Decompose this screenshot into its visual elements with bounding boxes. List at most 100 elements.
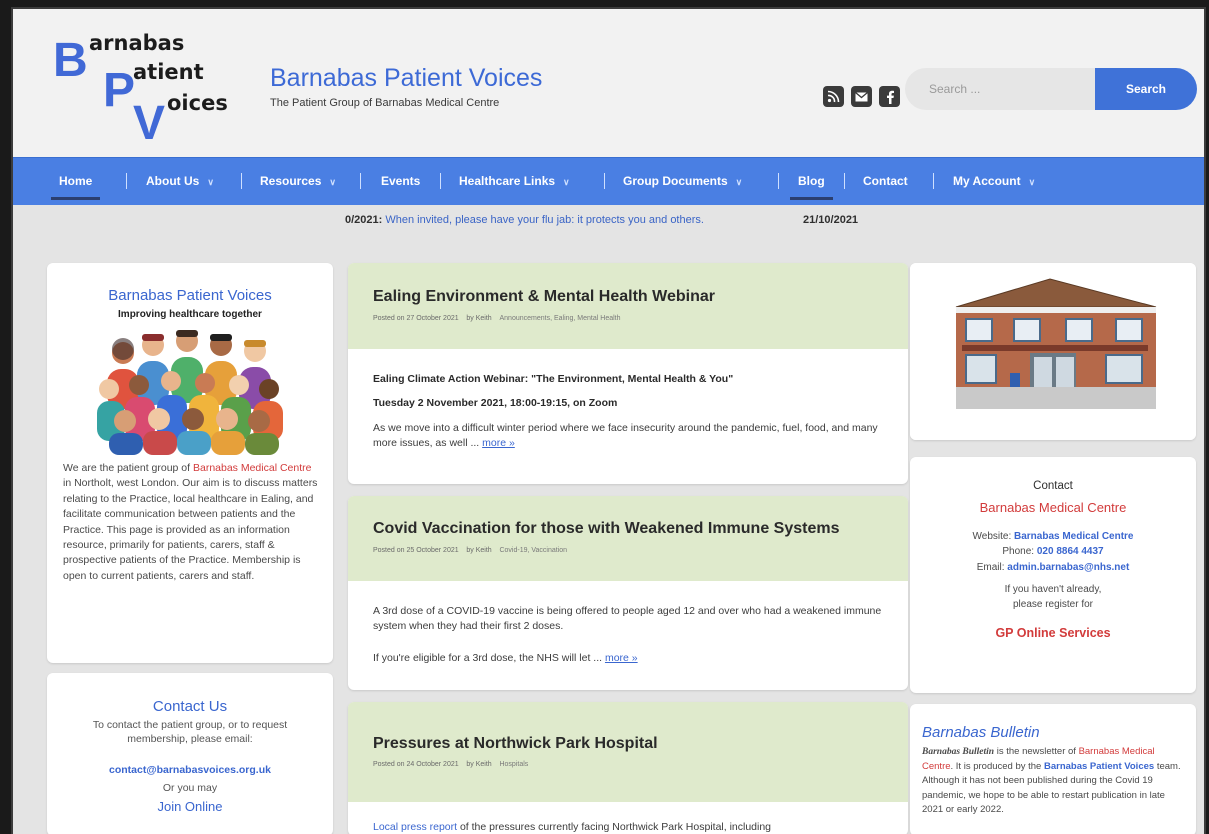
logo-letter-p: P — [103, 64, 136, 117]
nav-group-documents[interactable]: Group Documents ∨ — [623, 174, 742, 188]
nav-separator — [126, 173, 127, 189]
post-paragraph: A 3rd dose of a COVID-19 vaccine is bein… — [373, 605, 882, 632]
nav-separator — [778, 173, 779, 189]
post-title[interactable]: Pressures at Northwick Park Hospital — [373, 735, 658, 753]
post-author[interactable]: by Keith — [466, 547, 491, 554]
facebook-link[interactable] — [879, 86, 900, 107]
register-text-1: If you haven't already, — [1004, 584, 1102, 595]
rss-link[interactable] — [823, 86, 844, 107]
post-title[interactable]: Covid Vaccination for those with Weakene… — [373, 520, 840, 538]
site-title[interactable]: Barnabas Patient Voices — [270, 64, 542, 93]
nav-events[interactable]: Events — [381, 174, 420, 188]
post-categories[interactable]: Covid-19, Vaccination — [499, 547, 567, 554]
practice-name: Barnabas Medical Centre — [979, 500, 1127, 515]
post-categories[interactable]: Announcements, Ealing, Mental Health — [499, 315, 620, 322]
logo-letter-b: B — [53, 34, 88, 87]
chevron-down-icon: ∨ — [207, 177, 214, 187]
medical-centre-photo-icon — [910, 263, 1196, 440]
post-title[interactable]: Ealing Environment & Mental Health Webin… — [373, 288, 715, 306]
read-more-link[interactable]: more » — [482, 437, 515, 449]
email-icon — [855, 91, 868, 101]
nav-contact-label: Contact — [863, 174, 908, 188]
nav-healthcare-links-label: Healthcare Links — [459, 174, 556, 188]
post-author[interactable]: by Keith — [466, 315, 491, 322]
post-excerpt: If you're eligible for a 3rd dose, the N… — [373, 651, 888, 666]
post-paragraph-text: of the pressures currently facing Northw… — [457, 821, 772, 833]
chevron-down-icon: ∨ — [329, 177, 336, 187]
about-practice-link[interactable]: Barnabas Medical Centre — [193, 462, 311, 474]
email-link[interactable] — [851, 86, 872, 107]
about-subtitle: Improving healthcare together — [118, 309, 262, 320]
bulletin-title[interactable]: Barnabas Bulletin — [922, 724, 1040, 741]
about-title: Barnabas Patient Voices — [108, 287, 272, 304]
post-excerpt-text: As we move into a difficult winter perio… — [373, 422, 878, 449]
nav-events-label: Events — [381, 174, 421, 188]
post-card: Covid Vaccination for those with Weakene… — [348, 496, 908, 690]
about-text: We are the patient group of Barnabas Med… — [63, 461, 321, 584]
practice-phone: Phone: 020 8864 4437 — [910, 546, 1196, 557]
ticker-text: When invited, please have your flu jab: … — [385, 214, 704, 226]
post-excerpt: As we move into a difficult winter perio… — [373, 421, 888, 451]
bulletin-text: Barnabas Bulletin is the newsletter of B… — [922, 745, 1184, 818]
post-date: Posted on 27 October 2021 — [373, 315, 459, 322]
post-excerpt-text: If you're eligible for a 3rd dose, the N… — [373, 652, 603, 664]
main-navigation: Home About Us ∨ Resources ∨ Events Healthc… — [13, 157, 1204, 205]
site-header: B arnabas P atient V oices Barnabas Pati… — [13, 9, 1204, 157]
facebook-icon — [886, 90, 894, 104]
nav-separator — [604, 173, 605, 189]
search-input[interactable] — [905, 68, 1105, 110]
phone-label: Phone: — [1002, 546, 1037, 557]
join-online-link[interactable]: Join Online — [47, 799, 333, 814]
contact-us-widget: Contact Us To contact the patient group,… — [47, 673, 333, 834]
site-logo[interactable]: B arnabas P atient V oices — [53, 25, 253, 149]
nav-home[interactable]: Home — [50, 174, 101, 200]
contact-us-text: To contact the patient group, or to requ… — [92, 719, 288, 745]
news-ticker[interactable]: 0/2021: When invited, please have your f… — [345, 214, 704, 226]
search-button[interactable]: Search — [1095, 68, 1197, 110]
post-author[interactable]: by Keith — [466, 761, 491, 768]
gp-online-services-link[interactable]: GP Online Services — [910, 626, 1196, 640]
nav-resources[interactable]: Resources ∨ — [260, 174, 336, 188]
press-report-link[interactable]: Local press report — [373, 821, 457, 833]
about-text-pre: We are the patient group of — [63, 462, 193, 474]
nav-my-account-label: My Account — [953, 174, 1021, 188]
nav-contact[interactable]: Contact — [863, 174, 908, 188]
contact-or-text: Or you may — [162, 782, 218, 794]
nav-separator — [933, 173, 934, 189]
post-meta: Posted on 25 October 2021 by Keith Covid… — [373, 547, 567, 554]
nav-separator — [440, 173, 441, 189]
post-date: Posted on 24 October 2021 — [373, 761, 459, 768]
nav-separator — [241, 173, 242, 189]
logo-word-oices: oices — [167, 91, 228, 115]
post-meta: Posted on 27 October 2021 by Keith Annou… — [373, 315, 621, 322]
post-header: Ealing Environment & Mental Health Webin… — [348, 263, 908, 349]
logo-word-atient: atient — [133, 60, 204, 84]
ticker-date: 21/10/2021 — [803, 214, 859, 226]
read-more-link[interactable]: more » — [605, 652, 638, 664]
bulletin-name: Barnabas Bulletin — [922, 747, 995, 757]
nav-separator — [360, 173, 361, 189]
nav-my-account[interactable]: My Account ∨ — [953, 174, 1035, 188]
practice-website: Website: Barnabas Medical Centre — [910, 531, 1196, 542]
contact-email-link[interactable]: contact@barnabasvoices.org.uk — [47, 764, 333, 776]
chevron-down-icon: ∨ — [1028, 177, 1036, 187]
nav-blog[interactable]: Blog — [790, 174, 833, 200]
bulletin-text-1: is the newsletter of — [994, 746, 1079, 757]
nav-healthcare-links[interactable]: Healthcare Links ∨ — [459, 174, 570, 188]
about-widget: Barnabas Patient Voices Improving health… — [47, 263, 333, 663]
post-categories[interactable]: Hospitals — [499, 761, 528, 768]
practice-phone-number[interactable]: 020 8864 4437 — [1037, 546, 1104, 557]
post-card: Pressures at Northwick Park Hospital Pos… — [348, 702, 908, 834]
post-paragraph: Tuesday 2 November 2021, 18:00-19:15, on… — [373, 397, 618, 409]
bulletin-widget: Barnabas Bulletin Barnabas Bulletin is t… — [910, 704, 1196, 834]
rss-icon — [827, 90, 840, 103]
chevron-down-icon: ∨ — [735, 177, 743, 187]
contact-us-title: Contact Us — [152, 698, 228, 715]
practice-website-link[interactable]: Barnabas Medical Centre — [1014, 531, 1134, 542]
practice-email-link[interactable]: admin.barnabas@nhs.net — [1007, 562, 1129, 573]
post-card: Ealing Environment & Mental Health Webin… — [348, 263, 908, 484]
post-header: Covid Vaccination for those with Weakene… — [348, 496, 908, 581]
post-paragraph: Ealing Climate Action Webinar: "The Envi… — [373, 373, 734, 385]
about-text-post: in Northolt, west London. Our aim is to … — [63, 477, 318, 582]
nav-about-us[interactable]: About Us ∨ — [146, 174, 214, 188]
